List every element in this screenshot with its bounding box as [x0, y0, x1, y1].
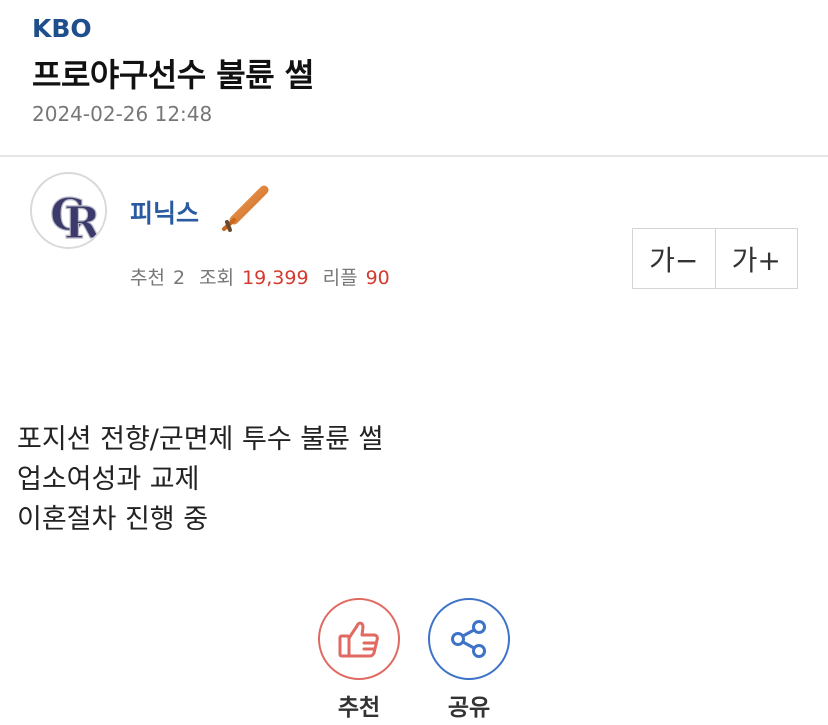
- share-circle[interactable]: [428, 598, 510, 680]
- recommend-stat-label: 추천: [130, 267, 165, 289]
- recommend-stat-count: 2: [172, 267, 186, 289]
- views-stat-label: 조회: [199, 267, 235, 289]
- thumbs-up-icon: [338, 621, 379, 658]
- font-decrease-button[interactable]: 가−: [633, 229, 715, 288]
- recommend-label: 추천: [337, 695, 381, 721]
- share-button[interactable]: 공유: [427, 598, 511, 722]
- share-icon: [451, 620, 486, 658]
- category-label[interactable]: KBO: [32, 14, 92, 43]
- replies-stat-label: 리플: [322, 267, 358, 289]
- baseball-bat-icon: [222, 185, 269, 232]
- font-increase-button[interactable]: 가+: [714, 229, 798, 288]
- post-stats: 추천 2 조회 19,399 리플 90: [130, 263, 398, 290]
- content-line: 업소여성과 교제: [17, 464, 200, 495]
- content-line: 이혼절차 진행 중: [17, 504, 209, 535]
- replies-stat-count: 90: [365, 267, 390, 289]
- recommend-button[interactable]: 추천: [317, 598, 401, 722]
- post-content: 포지션 전향/군면제 투수 불륜 썰 업소여성과 교제 이혼절차 진행 중: [17, 420, 383, 540]
- header-divider: [0, 155, 828, 157]
- post-title: 프로야구선수 불륜 썰: [32, 56, 314, 94]
- share-label: 공유: [447, 695, 491, 721]
- content-line: 포지션 전향/군면제 투수 불륜 썰: [17, 424, 384, 455]
- recommend-circle[interactable]: [318, 598, 400, 680]
- author-avatar[interactable]: C R: [30, 172, 107, 249]
- rockies-cr-logo-icon: C R: [34, 176, 105, 249]
- font-size-controls: 가− 가+: [632, 228, 798, 289]
- author-name[interactable]: 피닉스: [130, 194, 199, 230]
- views-stat-count: 19,399: [242, 267, 309, 289]
- post-datetime: 2024-02-26 12:48: [32, 102, 213, 126]
- svg-text:R: R: [64, 198, 101, 249]
